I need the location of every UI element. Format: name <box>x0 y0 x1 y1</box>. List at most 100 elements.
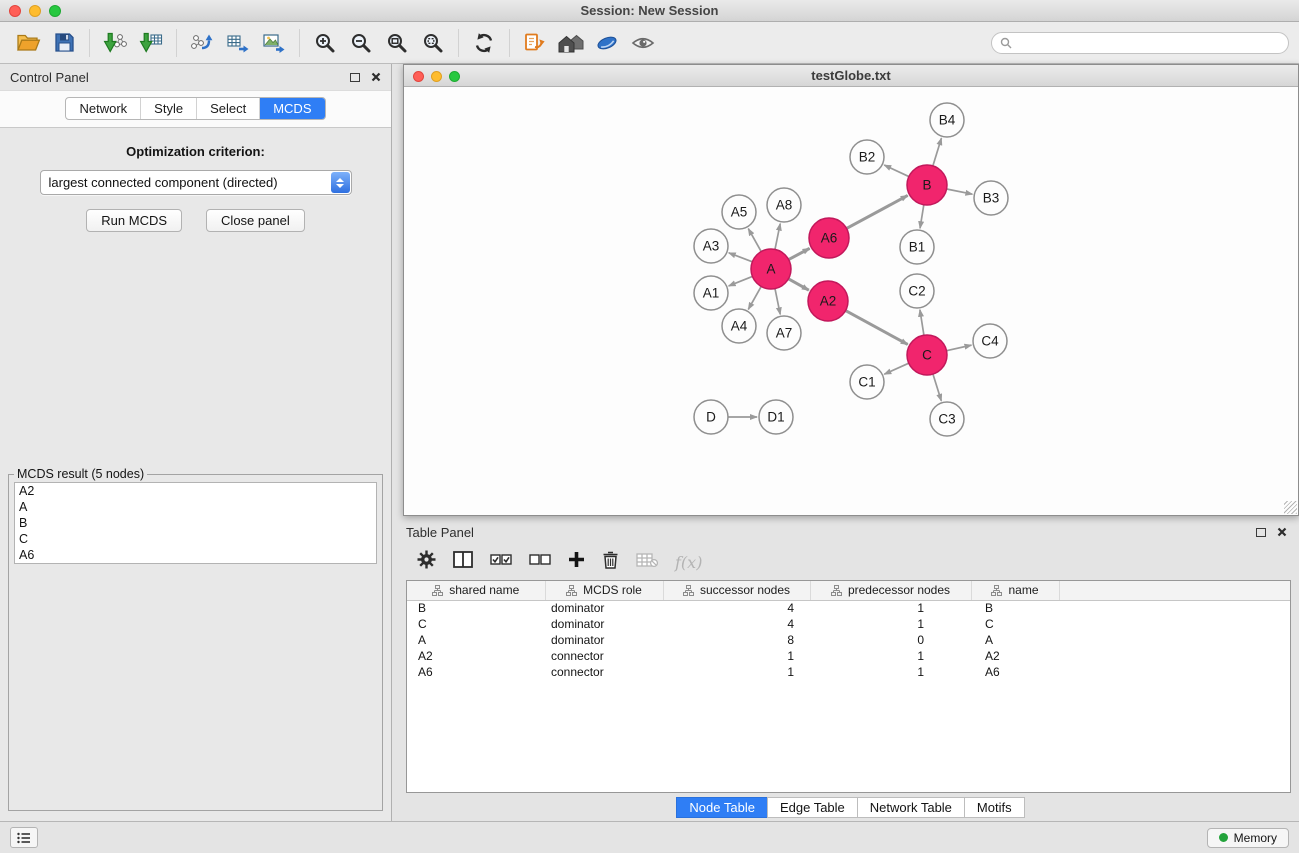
float-panel-icon[interactable] <box>350 73 360 82</box>
graph-node-D[interactable]: D <box>694 400 728 434</box>
close-panel-icon[interactable] <box>371 72 381 82</box>
home-button[interactable] <box>553 26 589 60</box>
graph-node-B3[interactable]: B3 <box>974 181 1008 215</box>
mcds-result-item[interactable]: C <box>15 531 376 547</box>
minimize-window-button[interactable] <box>29 5 41 17</box>
mcds-result-list[interactable]: A2ABCA6 <box>14 482 377 564</box>
show-hide-button[interactable] <box>625 26 661 60</box>
graph-edge-C-C4[interactable] <box>947 345 972 351</box>
table-row[interactable]: Cdominator41C <box>407 616 1290 632</box>
zoom-view-button[interactable] <box>449 71 460 82</box>
delete-column-button[interactable] <box>602 550 619 574</box>
add-column-button[interactable] <box>568 551 585 573</box>
graph-node-C3[interactable]: C3 <box>930 402 964 436</box>
column-header[interactable]: successor nodes <box>663 581 810 600</box>
import-table-button[interactable] <box>133 26 169 60</box>
zoom-out-button[interactable] <box>343 26 379 60</box>
graph-edge-C-C1[interactable] <box>884 363 908 374</box>
graph-node-B1[interactable]: B1 <box>900 230 934 264</box>
tab-edge-table[interactable]: Edge Table <box>767 797 858 818</box>
zoom-window-button[interactable] <box>49 5 61 17</box>
graph-node-C[interactable]: C <box>907 335 947 375</box>
open-session-button[interactable] <box>10 26 46 60</box>
graph-edge-A-A2[interactable] <box>788 279 808 290</box>
graph-edge-A-A8[interactable] <box>775 224 780 250</box>
graph-edge-B-B2[interactable] <box>884 165 909 177</box>
graph-node-A7[interactable]: A7 <box>767 316 801 350</box>
network-graph[interactable]: B4B2BB3A8A5A6A3B1AC2A1A2A4A7C4CC1DD1C3 <box>404 87 1298 515</box>
memory-button[interactable]: Memory <box>1207 828 1289 848</box>
zoom-in-button[interactable] <box>307 26 343 60</box>
import-network-button[interactable] <box>97 26 133 60</box>
resize-handle-icon[interactable] <box>1284 501 1297 514</box>
graph-node-A4[interactable]: A4 <box>722 309 756 343</box>
tab-network[interactable]: Network <box>66 98 140 119</box>
show-columns-button[interactable] <box>453 551 473 573</box>
minimize-view-button[interactable] <box>431 71 442 82</box>
graph-edge-B-B1[interactable] <box>920 205 924 228</box>
graph-node-B2[interactable]: B2 <box>850 140 884 174</box>
graph-edge-B-B4[interactable] <box>933 138 942 166</box>
graph-edge-A-A5[interactable] <box>748 229 761 252</box>
table-row[interactable]: Bdominator41B <box>407 600 1290 616</box>
run-mcds-button[interactable]: Run MCDS <box>86 209 182 232</box>
graph-node-B[interactable]: B <box>907 165 947 205</box>
table-row[interactable]: A2connector11A2 <box>407 648 1290 664</box>
export-image-button[interactable] <box>256 26 292 60</box>
column-header[interactable]: MCDS role <box>545 581 663 600</box>
graph-edge-A-A6[interactable] <box>789 248 810 259</box>
column-header[interactable]: predecessor nodes <box>810 581 971 600</box>
table-row[interactable]: Adominator80A <box>407 632 1290 648</box>
deselect-all-button[interactable] <box>529 553 551 572</box>
tab-network-table[interactable]: Network Table <box>857 797 965 818</box>
table-settings-button[interactable] <box>417 550 436 574</box>
graph-node-A3[interactable]: A3 <box>694 229 728 263</box>
graph-edge-A-A4[interactable] <box>748 286 761 309</box>
graph-edge-A6-B[interactable] <box>847 195 908 228</box>
node-table[interactable]: shared nameMCDS rolesuccessor nodesprede… <box>406 580 1291 793</box>
close-view-button[interactable] <box>413 71 424 82</box>
tab-select[interactable]: Select <box>196 98 259 119</box>
close-window-button[interactable] <box>9 5 21 17</box>
export-network-button[interactable] <box>184 26 220 60</box>
tab-motifs[interactable]: Motifs <box>964 797 1025 818</box>
table-row[interactable]: A6connector11A6 <box>407 664 1290 680</box>
tab-style[interactable]: Style <box>140 98 196 119</box>
search-box[interactable] <box>991 32 1289 54</box>
first-neighbors-button[interactable] <box>517 26 553 60</box>
graph-node-C1[interactable]: C1 <box>850 365 884 399</box>
graph-node-A5[interactable]: A5 <box>722 195 756 229</box>
graph-node-A[interactable]: A <box>751 249 791 289</box>
mcds-result-item[interactable]: B <box>15 515 376 531</box>
graph-node-A6[interactable]: A6 <box>809 218 849 258</box>
graph-edge-A-A1[interactable] <box>729 276 753 286</box>
float-panel-icon[interactable] <box>1256 528 1266 537</box>
task-history-button[interactable] <box>10 827 38 848</box>
column-header[interactable]: shared name <box>407 581 545 600</box>
graph-edge-A-A3[interactable] <box>729 253 753 262</box>
save-session-button[interactable] <box>46 26 82 60</box>
graph-edge-A2-C[interactable] <box>846 311 908 345</box>
layout-refresh-button[interactable] <box>466 26 502 60</box>
zoom-selected-button[interactable] <box>415 26 451 60</box>
network-window-titlebar[interactable]: testGlobe.txt <box>404 65 1298 87</box>
tab-node-table[interactable]: Node Table <box>676 797 768 818</box>
mcds-result-item[interactable]: A6 <box>15 547 376 563</box>
graph-node-A8[interactable]: A8 <box>767 188 801 222</box>
select-all-button[interactable] <box>490 553 512 572</box>
mcds-result-item[interactable]: A <box>15 499 376 515</box>
graph-edge-A-A7[interactable] <box>775 289 780 315</box>
graph-node-A1[interactable]: A1 <box>694 276 728 310</box>
tab-mcds[interactable]: MCDS <box>259 98 324 119</box>
graph-edge-B-B3[interactable] <box>947 189 973 194</box>
graph-node-C4[interactable]: C4 <box>973 324 1007 358</box>
export-table-button[interactable] <box>220 26 256 60</box>
mcds-result-item[interactable]: A2 <box>15 483 376 499</box>
column-header[interactable]: name <box>971 581 1059 600</box>
criterion-dropdown[interactable]: largest connected component (directed) <box>40 170 352 195</box>
close-panel-icon[interactable] <box>1277 527 1287 537</box>
graph-node-C2[interactable]: C2 <box>900 274 934 308</box>
search-input[interactable] <box>1017 36 1280 50</box>
graph-node-A2[interactable]: A2 <box>808 281 848 321</box>
graph-node-D1[interactable]: D1 <box>759 400 793 434</box>
